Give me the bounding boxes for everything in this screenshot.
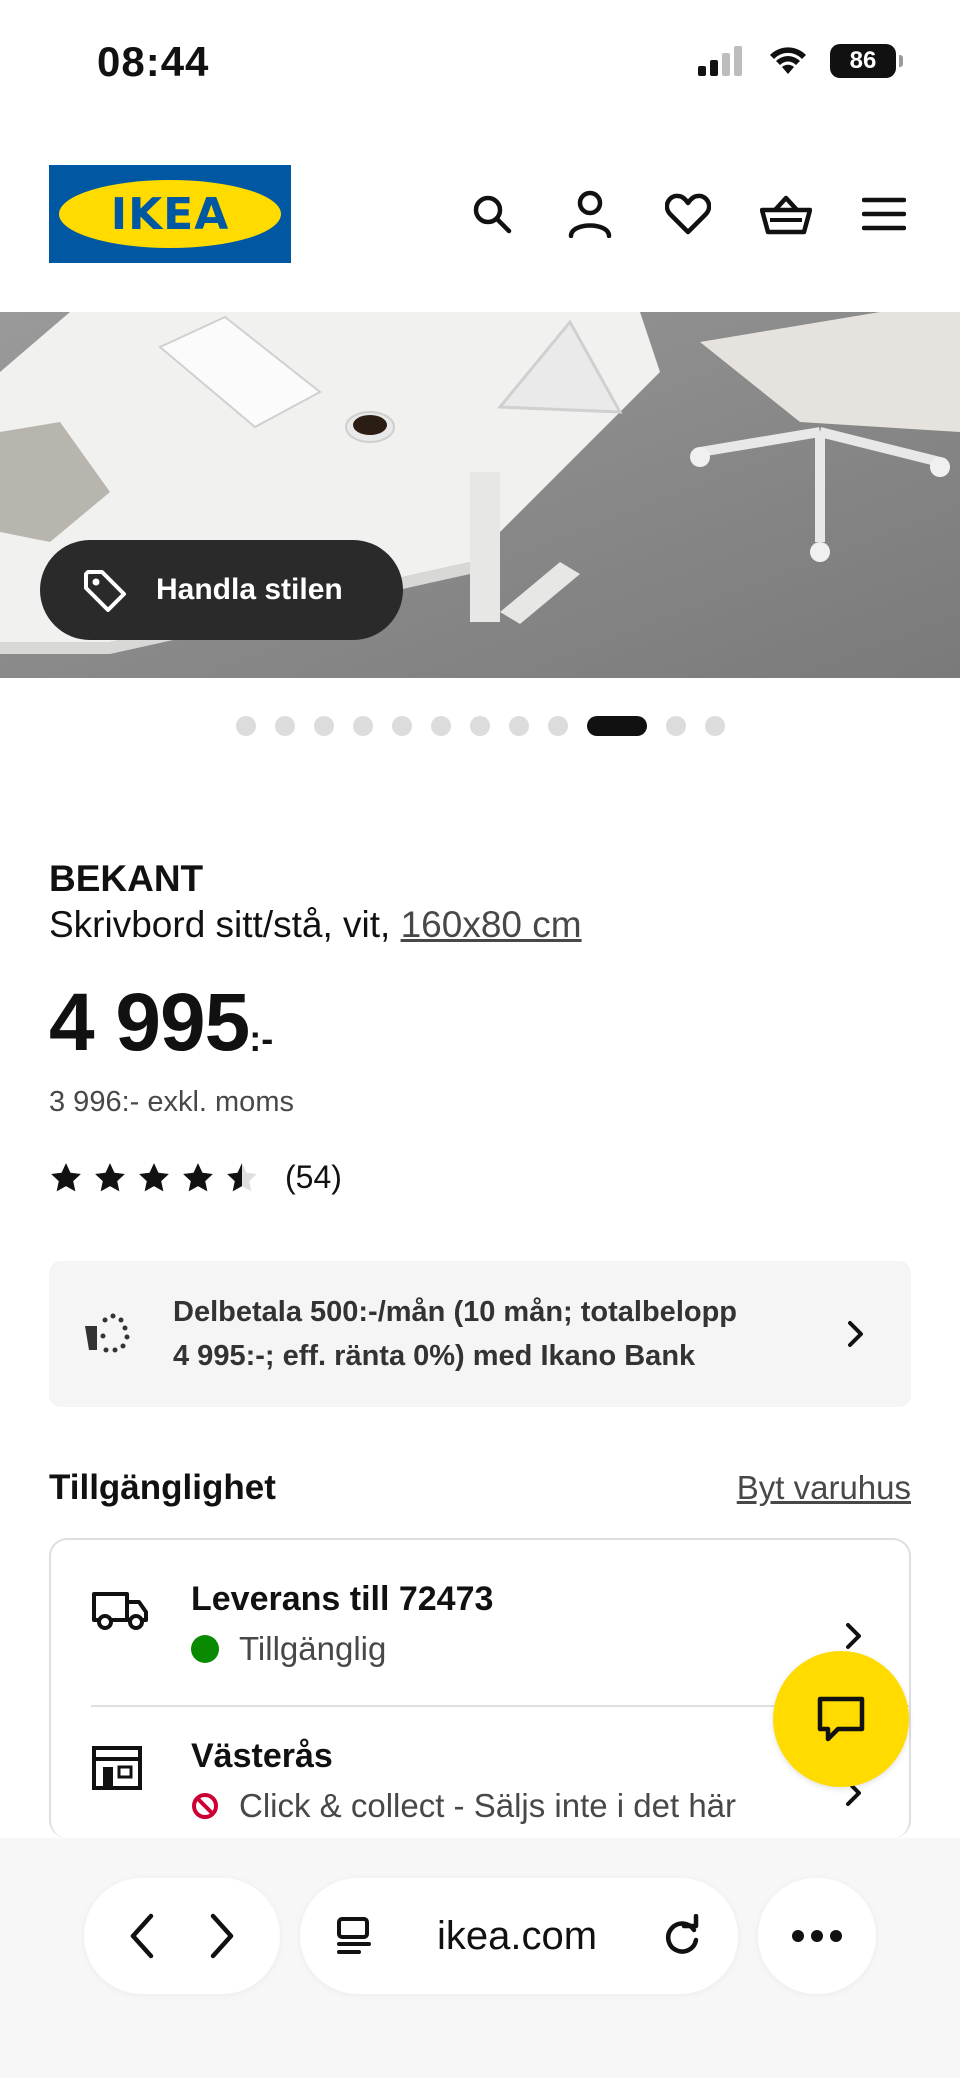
star-icon (183, 1162, 213, 1191)
status-bar: 08:44 86 (0, 0, 960, 120)
product-rating[interactable]: (54) (49, 1159, 911, 1196)
battery-indicator: 86 (830, 44, 903, 78)
change-store-link[interactable]: Byt varuhus (737, 1469, 911, 1507)
installment-text-line2: 4 995:-; eff. ränta 0%) med Ikano Bank (173, 1340, 696, 1372)
delivery-row[interactable]: Leverans till 72473 Tillgänglig (51, 1540, 909, 1700)
carousel-dot[interactable] (469, 716, 490, 736)
star-icon (139, 1162, 169, 1191)
product-size-link[interactable]: 160x80 cm (401, 904, 582, 945)
header-actions (466, 188, 910, 240)
price-suffix: :- (249, 1018, 274, 1059)
more-icon (792, 1930, 842, 1942)
star-icon (51, 1162, 81, 1191)
heart-icon[interactable] (662, 188, 714, 240)
image-carousel-dots (0, 716, 960, 736)
page-menu-icon[interactable] (334, 1916, 374, 1956)
product-info: BEKANT Skrivbord sitt/stå, vit, 160x80 c… (49, 858, 911, 1196)
carousel-dot[interactable] (665, 716, 686, 736)
product-name: BEKANT (49, 858, 204, 899)
price-amount: 4 995 (49, 977, 250, 1068)
site-header: IKEA (0, 120, 960, 310)
menu-icon[interactable] (858, 188, 910, 240)
carousel-dot-active[interactable] (586, 716, 647, 736)
installment-icon (85, 1313, 130, 1353)
delivery-title: Leverans till 72473 (191, 1580, 494, 1618)
more-options-button[interactable] (758, 1878, 876, 1994)
status-icons: 86 (698, 44, 903, 78)
shop-the-style-label: Handla stilen (156, 573, 343, 606)
address-bar[interactable]: ikea.com (300, 1878, 738, 1994)
back-icon[interactable] (123, 1911, 163, 1961)
rating-count: (54) (285, 1159, 342, 1195)
delivery-status-text: Tillgänglig (239, 1630, 387, 1667)
installment-banner[interactable]: Delbetala 500:-/mån (10 mån; totalbelopp… (49, 1261, 911, 1407)
availability-header: Tillgänglighet Byt varuhus (49, 1468, 911, 1508)
availability-title: Tillgänglighet (49, 1468, 276, 1507)
delivery-status: Tillgänglig (191, 1630, 386, 1668)
installment-text-line1: Delbetala 500:-/mån (10 mån; totalbelopp (173, 1296, 738, 1328)
url-text: ikea.com (436, 1913, 598, 1958)
price-excl-vat: 3 996:- exkl. moms (49, 1086, 294, 1118)
not-available-icon (192, 1793, 218, 1819)
wifi-icon (770, 47, 806, 74)
basket-icon[interactable] (760, 188, 812, 240)
store-icon (92, 1746, 142, 1790)
star-icon (95, 1162, 125, 1191)
logo-oval: IKEA (59, 180, 281, 248)
chat-icon (817, 1696, 865, 1742)
tag-icon (84, 570, 126, 612)
chevron-right-icon (848, 1321, 863, 1347)
browser-nav-buttons (84, 1878, 280, 1994)
truck-icon (92, 1592, 148, 1630)
star-icon (227, 1162, 257, 1191)
carousel-dot[interactable] (352, 716, 373, 736)
installment-text: Delbetala 500:-/mån (10 mån; totalbelopp… (173, 1290, 839, 1378)
search-icon[interactable] (466, 188, 518, 240)
chat-button[interactable] (773, 1651, 909, 1787)
product-price: 4 995 :- (49, 982, 911, 1064)
reload-icon[interactable] (660, 1914, 704, 1958)
available-status-dot (191, 1635, 219, 1663)
product-description: Skrivbord sitt/stå, vit, 160x80 cm (49, 904, 911, 946)
carousel-dot[interactable] (274, 716, 295, 736)
browser-toolbar: ikea.com (0, 1838, 960, 2078)
account-icon[interactable] (564, 188, 616, 240)
carousel-dot[interactable] (313, 716, 334, 736)
store-status-text: Click & collect - Säljs inte i det här (239, 1787, 737, 1824)
carousel-dot[interactable] (508, 716, 529, 736)
store-status: Click & collect - Säljs inte i det här (191, 1787, 736, 1825)
carousel-dot[interactable] (391, 716, 412, 736)
cellular-signal-icon (698, 46, 742, 76)
status-time: 08:44 (97, 38, 210, 85)
rating-stars (49, 1161, 259, 1195)
store-title: Västerås (191, 1737, 333, 1775)
ikea-logo[interactable]: IKEA (49, 165, 291, 263)
carousel-dot[interactable] (547, 716, 568, 736)
shop-the-style-button[interactable]: Handla stilen (40, 540, 403, 640)
carousel-dot[interactable] (235, 716, 256, 736)
chevron-right-icon (846, 1623, 861, 1649)
product-description-text: Skrivbord sitt/stå, vit, (49, 904, 401, 945)
logo-text: IKEA (110, 188, 230, 240)
forward-icon[interactable] (201, 1911, 241, 1961)
carousel-dot[interactable] (430, 716, 451, 736)
carousel-dot[interactable] (704, 716, 725, 736)
product-image[interactable]: Handla stilen (0, 312, 960, 678)
